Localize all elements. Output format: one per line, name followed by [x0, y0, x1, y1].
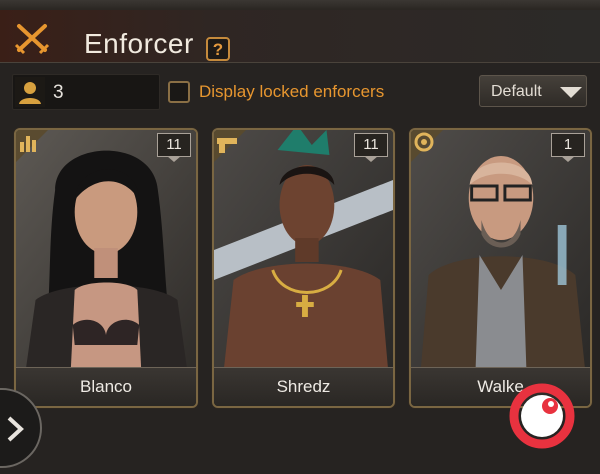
- card-name: Blanco: [80, 377, 132, 396]
- display-locked-label[interactable]: Display locked enforcers: [199, 82, 384, 102]
- sort-dropdown[interactable]: Default: [479, 75, 587, 107]
- card-name: Shredz: [276, 377, 331, 396]
- enforcer-count-field: 3: [12, 74, 160, 110]
- person-icon: [15, 77, 45, 107]
- level-badge: 1: [551, 133, 585, 162]
- enforcer-card-walke[interactable]: 1 Walke: [409, 128, 592, 408]
- chevron-right-icon: [7, 416, 24, 442]
- enforcer-card-shredz[interactable]: 11 Shredz: [212, 128, 395, 408]
- level-badge: 11: [354, 133, 388, 162]
- crossed-swords-icon: [14, 24, 50, 55]
- portrait-image: [411, 130, 590, 370]
- page-title: Enforcer: [84, 28, 194, 59]
- level-badge: 11: [157, 133, 191, 162]
- display-locked-checkbox[interactable]: [168, 81, 190, 103]
- page-header: Enforcer ?: [0, 10, 600, 63]
- card-nameplate: Blanco: [16, 367, 196, 406]
- head-gear-icon: [411, 130, 443, 162]
- card-nameplate: Shredz: [214, 367, 393, 406]
- app-logo-icon: [509, 383, 575, 449]
- chevron-down-icon: [560, 87, 582, 98]
- help-button[interactable]: ?: [206, 37, 230, 61]
- sort-dropdown-label: Default: [491, 83, 542, 100]
- stats-bar-icon: [16, 130, 48, 162]
- portrait-image: [214, 130, 393, 370]
- enforcer-count-value: 3: [53, 82, 64, 103]
- enforcer-card-blanco[interactable]: 11 Blanco: [14, 128, 198, 408]
- portrait-image: [16, 130, 196, 370]
- pistol-icon: [214, 130, 246, 162]
